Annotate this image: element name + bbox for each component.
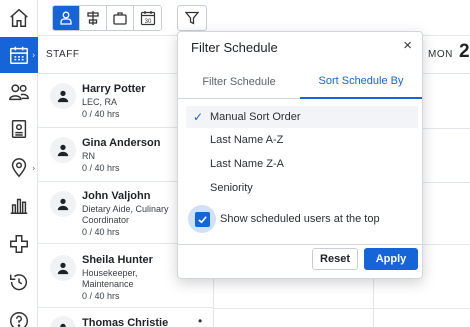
nav-reports[interactable] bbox=[0, 187, 38, 223]
sort-option-label: Last Name Z-A bbox=[210, 158, 284, 170]
location-pin-icon bbox=[11, 158, 27, 178]
calendar-30-icon: 30 bbox=[140, 11, 155, 26]
sort-option-label: Last Name A-Z bbox=[210, 134, 284, 146]
chevron-right-icon: › bbox=[32, 163, 35, 173]
nav-help[interactable] bbox=[0, 303, 38, 327]
filter-schedule-popup: Filter Schedule × Filter Schedule Sort S… bbox=[177, 31, 424, 279]
staff-hours: 0 / 40 hrs bbox=[82, 109, 120, 119]
briefcase-icon bbox=[113, 12, 127, 25]
view-toggle-group: 30 bbox=[52, 5, 162, 31]
popup-tabs: Filter Schedule Sort Schedule By bbox=[178, 65, 424, 99]
nav-history[interactable] bbox=[0, 264, 38, 300]
chevron-right-icon: › bbox=[32, 50, 35, 60]
help-icon bbox=[10, 312, 28, 327]
nav-home[interactable] bbox=[0, 0, 38, 36]
list-align-icon bbox=[87, 11, 99, 25]
grid-divider bbox=[214, 308, 470, 309]
staff-name: Gina Anderson bbox=[82, 137, 161, 149]
nav-health[interactable] bbox=[0, 226, 38, 262]
staff-name: John Valjohn bbox=[82, 190, 151, 202]
staff-role: Housekeeper, bbox=[82, 268, 138, 278]
plus-cross-icon bbox=[10, 235, 28, 253]
close-icon[interactable]: × bbox=[403, 38, 412, 54]
person-icon bbox=[57, 262, 69, 275]
popup-footer-divider bbox=[178, 244, 424, 245]
filter-button[interactable] bbox=[177, 5, 207, 31]
avatar bbox=[50, 191, 76, 217]
view-positions-button[interactable] bbox=[80, 6, 107, 30]
staff-hours: 0 / 40 hrs bbox=[82, 163, 120, 173]
show-scheduled-top-checkbox-row[interactable]: Show scheduled users at the top bbox=[188, 204, 380, 234]
person-icon bbox=[57, 144, 69, 157]
staff-name: Sheila Hunter bbox=[82, 254, 153, 266]
staff-role: RN bbox=[82, 151, 95, 161]
history-icon bbox=[10, 274, 27, 291]
staff-role: Dietary Aide, Culinary bbox=[82, 204, 169, 214]
left-nav-rail: › › bbox=[0, 0, 38, 327]
day-label: MON bbox=[428, 49, 453, 60]
sort-option-manual[interactable]: ✓ Manual Sort Order bbox=[186, 106, 418, 128]
person-icon bbox=[57, 198, 69, 211]
checkmark-icon bbox=[197, 215, 207, 223]
nav-people[interactable] bbox=[0, 74, 38, 110]
nav-locations[interactable]: › bbox=[0, 150, 38, 186]
avatar bbox=[50, 83, 76, 109]
reset-button[interactable]: Reset bbox=[312, 248, 358, 270]
staff-hours: 0 / 40 hrs bbox=[82, 291, 120, 301]
funnel-icon bbox=[184, 11, 200, 25]
calendar-icon bbox=[10, 46, 28, 64]
person-icon bbox=[57, 90, 69, 103]
tab-filter-schedule[interactable]: Filter Schedule bbox=[178, 65, 300, 99]
checkbox-focus-ring bbox=[188, 205, 216, 233]
check-icon: ✓ bbox=[192, 110, 204, 124]
sort-option-last-name-az[interactable]: Last Name A-Z bbox=[186, 129, 418, 151]
staff-name: Thomas Christie bbox=[82, 317, 169, 327]
bar-chart-icon bbox=[10, 198, 28, 214]
show-scheduled-top-checkbox[interactable] bbox=[194, 211, 210, 227]
view-month-button[interactable]: 30 bbox=[134, 6, 161, 30]
sort-option-seniority[interactable]: Seniority bbox=[186, 177, 418, 199]
person-icon bbox=[60, 11, 72, 25]
badge-icon bbox=[11, 120, 27, 138]
staff-row[interactable]: Thomas Christie bbox=[38, 308, 214, 327]
apply-button[interactable]: Apply bbox=[364, 248, 418, 270]
nav-badge[interactable] bbox=[0, 111, 38, 147]
sort-option-last-name-za[interactable]: Last Name Z-A bbox=[186, 153, 418, 175]
sort-option-label: Manual Sort Order bbox=[210, 111, 301, 123]
row-menu-icon[interactable]: • bbox=[198, 314, 202, 327]
staff-role: Maintenance bbox=[82, 279, 134, 289]
day-number: 2 bbox=[459, 41, 470, 62]
avatar bbox=[50, 255, 76, 281]
checkbox-label: Show scheduled users at the top bbox=[220, 213, 380, 225]
avatar bbox=[50, 316, 76, 327]
people-icon bbox=[9, 84, 29, 101]
nav-schedule[interactable]: › bbox=[0, 37, 38, 73]
person-icon bbox=[60, 323, 66, 327]
avatar bbox=[50, 137, 76, 163]
staff-role: LEC, RA bbox=[82, 97, 118, 107]
tab-sort-schedule-by[interactable]: Sort Schedule By bbox=[300, 65, 422, 99]
svg-text:30: 30 bbox=[144, 19, 151, 25]
staff-name: Harry Potter bbox=[82, 83, 146, 95]
home-icon bbox=[10, 8, 28, 27]
view-departments-button[interactable] bbox=[107, 6, 134, 30]
view-staff-button[interactable] bbox=[53, 6, 80, 30]
popup-title: Filter Schedule bbox=[191, 40, 278, 55]
sort-option-label: Seniority bbox=[210, 182, 253, 194]
staff-role: Coordinator bbox=[82, 215, 130, 225]
staff-hours: 0 / 40 hrs bbox=[82, 227, 120, 237]
